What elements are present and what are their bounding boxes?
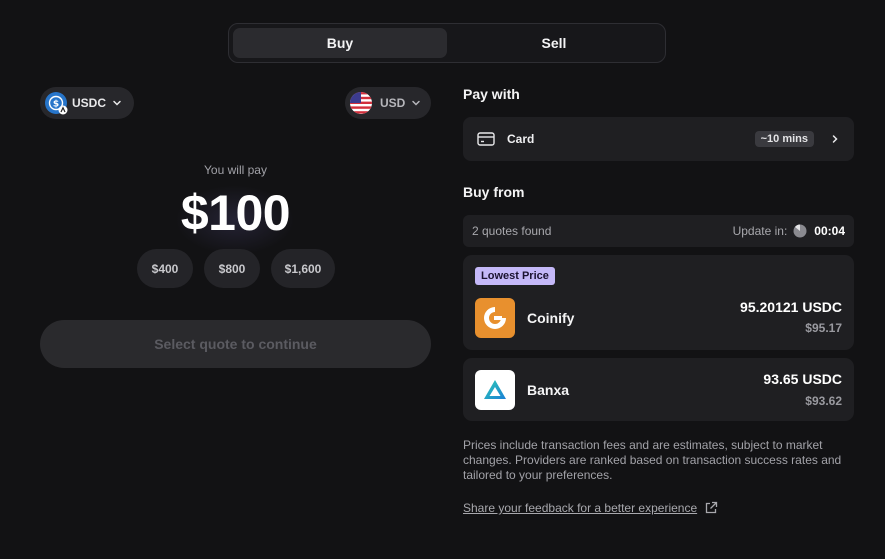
amount-presets: $400 $800 $1,600 <box>137 249 335 288</box>
quote-card-coinify[interactable]: Lowest Price Coinify 95.20121 USDC $95.1… <box>463 255 854 350</box>
buy-sell-tabs: Buy Sell <box>228 23 666 63</box>
lowest-price-badge: Lowest Price <box>475 267 555 285</box>
external-link-icon <box>704 501 718 515</box>
payment-method-card[interactable]: Card ~10 mins <box>463 117 854 161</box>
provider-name: Coinify <box>527 310 575 326</box>
preset-400-button[interactable]: $400 <box>137 249 193 288</box>
pay-amount[interactable]: $100 <box>40 184 431 242</box>
chevron-down-icon <box>112 98 122 108</box>
pricing-disclaimer: Prices include transaction fees and are … <box>463 438 842 482</box>
svg-text:$: $ <box>53 100 59 110</box>
eta-badge: ~10 mins <box>754 131 814 147</box>
you-will-pay-label: You will pay <box>204 163 267 177</box>
update-in-label: Update in: <box>732 224 788 238</box>
pay-with-title: Pay with <box>463 86 520 102</box>
currency-selector[interactable]: USD <box>345 87 431 119</box>
crypto-amount: 93.65 USDC <box>763 371 842 387</box>
token-symbol: USDC <box>72 96 107 110</box>
preset-800-button[interactable]: $800 <box>204 249 260 288</box>
crypto-amount: 95.20121 USDC <box>740 299 842 315</box>
tab-sell[interactable]: Sell <box>447 28 661 58</box>
tab-buy[interactable]: Buy <box>233 28 447 58</box>
currency-code: USD <box>380 96 406 110</box>
preset-1600-button[interactable]: $1,600 <box>271 249 335 288</box>
usdc-coin-icon: $ <box>44 91 68 115</box>
coinify-logo-icon <box>475 298 515 338</box>
payment-method-label: Card <box>507 132 535 146</box>
quote-timer: 00:04 <box>814 224 845 238</box>
credit-card-icon <box>477 130 495 148</box>
quotes-status-bar: 2 quotes found Update in: 00:04 <box>463 215 854 247</box>
fiat-amount: $95.17 <box>805 321 842 335</box>
token-selector[interactable]: $ USDC <box>40 87 134 119</box>
buy-from-title: Buy from <box>463 184 525 200</box>
feedback-link-text[interactable]: Share your feedback for a better experie… <box>463 501 697 515</box>
select-quote-button[interactable]: Select quote to continue <box>40 320 431 368</box>
banxa-logo-icon <box>475 370 515 410</box>
us-flag-icon <box>349 91 373 115</box>
quote-card-banxa[interactable]: Banxa 93.65 USDC $93.62 <box>463 358 854 421</box>
chevron-down-icon <box>411 98 421 108</box>
provider-name: Banxa <box>527 382 570 398</box>
timer-icon <box>793 224 807 238</box>
chevron-right-icon <box>830 134 840 144</box>
feedback-link[interactable]: Share your feedback for a better experie… <box>463 501 718 515</box>
quotes-found-label: 2 quotes found <box>472 224 552 238</box>
fiat-amount: $93.62 <box>805 394 842 408</box>
